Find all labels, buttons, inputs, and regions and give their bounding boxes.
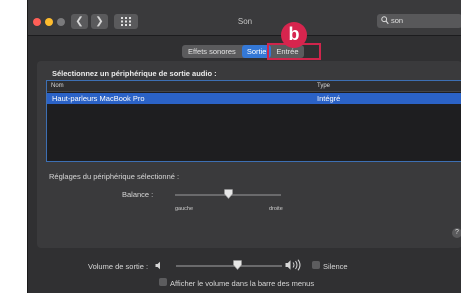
speaker-low-icon (155, 261, 160, 270)
speaker-high-icon (285, 259, 301, 271)
magnifier-icon (381, 16, 389, 25)
tab-sound-effects[interactable]: Effets sonores (182, 45, 242, 58)
table-header: Nom Type (47, 81, 461, 92)
annotation-badge: b (281, 22, 307, 48)
balance-label: Balance : (122, 190, 154, 199)
device-name-cell: Haut-parleurs MacBook Pro (52, 94, 145, 103)
column-header-name[interactable]: Nom (51, 81, 64, 92)
sound-preferences-window: ❮ ❯ Son son Effets sonores Sortie Entrée… (27, 0, 461, 293)
show-volume-in-menubar-checkbox[interactable] (159, 278, 167, 286)
volume-slider-knob[interactable] (233, 260, 242, 270)
mute-checkbox[interactable] (312, 261, 320, 269)
column-header-type[interactable]: Type (317, 81, 330, 92)
table-row[interactable]: Haut-parleurs MacBook Pro Intégré (47, 93, 461, 104)
title-bar: ❮ ❯ Son son (28, 0, 461, 36)
output-device-table: Nom Type Haut-parleurs MacBook Pro Intég… (46, 80, 461, 162)
output-volume-slider[interactable] (176, 265, 282, 267)
search-input-value[interactable]: son (391, 16, 403, 25)
section-title: Sélectionnez un périphérique de sortie a… (52, 69, 217, 78)
help-button[interactable]: ? (452, 228, 461, 238)
show-volume-in-menubar-label: Afficher le volume dans la barre des men… (170, 279, 315, 288)
mute-label: Silence (323, 262, 348, 271)
balance-slider-knob[interactable] (223, 189, 233, 199)
device-type-cell: Intégré (317, 94, 341, 103)
search-field[interactable]: son (377, 14, 461, 28)
balance-right-label: droite (269, 206, 283, 212)
device-settings-label: Réglages du périphérique sélectionné : (49, 172, 180, 181)
balance-left-label: gauche (175, 206, 194, 212)
output-volume-label: Volume de sortie : (88, 262, 149, 271)
